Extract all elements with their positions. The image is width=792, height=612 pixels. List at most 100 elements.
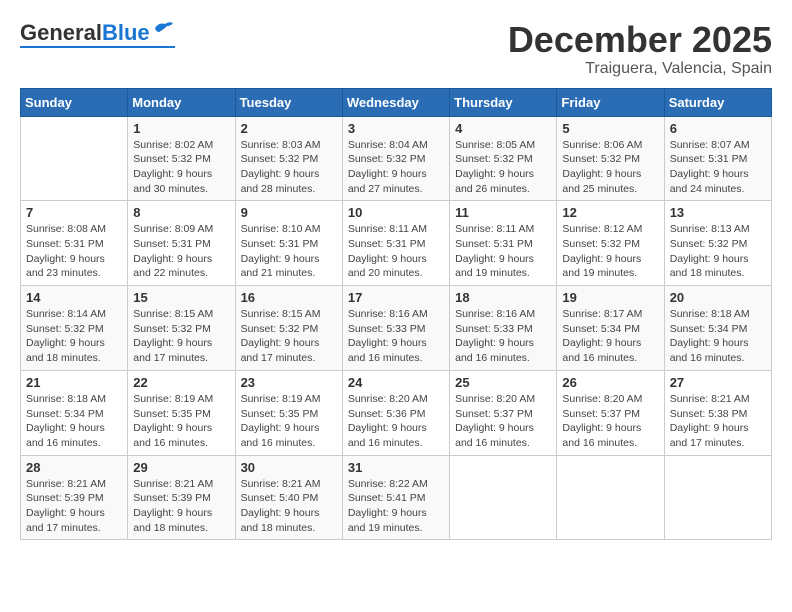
day-of-week-thursday: Thursday — [450, 88, 557, 116]
day-info: Sunrise: 8:02 AMSunset: 5:32 PMDaylight:… — [133, 138, 229, 197]
calendar-cell — [21, 116, 128, 201]
day-number: 22 — [133, 375, 229, 390]
days-of-week-row: SundayMondayTuesdayWednesdayThursdayFrid… — [21, 88, 772, 116]
calendar-cell: 2 Sunrise: 8:03 AMSunset: 5:32 PMDaylight… — [235, 116, 342, 201]
logo-underline — [20, 46, 175, 48]
day-info: Sunrise: 8:19 AMSunset: 5:35 PMDaylight:… — [241, 392, 337, 451]
day-number: 20 — [670, 290, 766, 305]
calendar-week-5: 28 Sunrise: 8:21 AMSunset: 5:39 PMDayligh… — [21, 455, 772, 540]
day-info: Sunrise: 8:06 AMSunset: 5:32 PMDaylight:… — [562, 138, 658, 197]
calendar-cell: 30 Sunrise: 8:21 AMSunset: 5:40 PMDayligh… — [235, 455, 342, 540]
day-info: Sunrise: 8:07 AMSunset: 5:31 PMDaylight:… — [670, 138, 766, 197]
calendar-cell: 1 Sunrise: 8:02 AMSunset: 5:32 PMDaylight… — [128, 116, 235, 201]
day-info: Sunrise: 8:10 AMSunset: 5:31 PMDaylight:… — [241, 222, 337, 281]
calendar-cell: 8Sunrise: 8:09 AMSunset: 5:31 PMDaylight… — [128, 201, 235, 286]
calendar-cell — [450, 455, 557, 540]
day-info: Sunrise: 8:15 AMSunset: 5:32 PMDaylight:… — [133, 307, 229, 366]
day-number: 30 — [241, 460, 337, 475]
day-info: Sunrise: 8:20 AMSunset: 5:37 PMDaylight:… — [455, 392, 551, 451]
day-number: 7 — [26, 205, 122, 220]
calendar-cell: 28 Sunrise: 8:21 AMSunset: 5:39 PMDayligh… — [21, 455, 128, 540]
day-of-week-wednesday: Wednesday — [342, 88, 449, 116]
day-of-week-monday: Monday — [128, 88, 235, 116]
day-number: 21 — [26, 375, 122, 390]
calendar-week-4: 21 Sunrise: 8:18 AMSunset: 5:34 PMDayligh… — [21, 370, 772, 455]
day-info: Sunrise: 8:12 AMSunset: 5:32 PMDaylight:… — [562, 222, 658, 281]
day-info: Sunrise: 8:18 AMSunset: 5:34 PMDaylight:… — [26, 392, 122, 451]
month-year: December 2025 — [508, 20, 772, 60]
day-info: Sunrise: 8:17 AMSunset: 5:34 PMDaylight:… — [562, 307, 658, 366]
logo: GeneralBlue — [20, 20, 175, 48]
calendar-cell: 21 Sunrise: 8:18 AMSunset: 5:34 PMDayligh… — [21, 370, 128, 455]
day-number: 1 — [133, 121, 229, 136]
day-number: 4 — [455, 121, 551, 136]
day-info: Sunrise: 8:04 AMSunset: 5:32 PMDaylight:… — [348, 138, 444, 197]
calendar-cell: 15 Sunrise: 8:15 AMSunset: 5:32 PMDayligh… — [128, 286, 235, 371]
calendar-week-1: 1 Sunrise: 8:02 AMSunset: 5:32 PMDaylight… — [21, 116, 772, 201]
day-info: Sunrise: 8:08 AMSunset: 5:31 PMDaylight:… — [26, 222, 122, 281]
day-info: Sunrise: 8:21 AMSunset: 5:39 PMDaylight:… — [133, 477, 229, 536]
calendar-cell: 26 Sunrise: 8:20 AMSunset: 5:37 PMDayligh… — [557, 370, 664, 455]
day-info: Sunrise: 8:20 AMSunset: 5:36 PMDaylight:… — [348, 392, 444, 451]
calendar-cell: 20 Sunrise: 8:18 AMSunset: 5:34 PMDayligh… — [664, 286, 771, 371]
day-number: 14 — [26, 290, 122, 305]
calendar-cell: 9 Sunrise: 8:10 AMSunset: 5:31 PMDaylight… — [235, 201, 342, 286]
calendar-body: 1 Sunrise: 8:02 AMSunset: 5:32 PMDaylight… — [21, 116, 772, 540]
calendar-header: SundayMondayTuesdayWednesdayThursdayFrid… — [21, 88, 772, 116]
calendar-cell: 29 Sunrise: 8:21 AMSunset: 5:39 PMDayligh… — [128, 455, 235, 540]
page-header: GeneralBlue December 2025 Traiguera, Val… — [20, 20, 772, 78]
day-info: Sunrise: 8:16 AMSunset: 5:33 PMDaylight:… — [455, 307, 551, 366]
calendar-cell: 11Sunrise: 8:11 AMSunset: 5:31 PMDayligh… — [450, 201, 557, 286]
calendar-cell: 24Sunrise: 8:20 AMSunset: 5:36 PMDayligh… — [342, 370, 449, 455]
day-number: 12 — [562, 205, 658, 220]
day-number: 19 — [562, 290, 658, 305]
day-info: Sunrise: 8:21 AMSunset: 5:39 PMDaylight:… — [26, 477, 122, 536]
calendar-cell: 31Sunrise: 8:22 AMSunset: 5:41 PMDayligh… — [342, 455, 449, 540]
day-number: 17 — [348, 290, 444, 305]
day-info: Sunrise: 8:15 AMSunset: 5:32 PMDaylight:… — [241, 307, 337, 366]
day-number: 28 — [26, 460, 122, 475]
day-info: Sunrise: 8:09 AMSunset: 5:31 PMDaylight:… — [133, 222, 229, 281]
day-number: 27 — [670, 375, 766, 390]
day-number: 2 — [241, 121, 337, 136]
day-number: 26 — [562, 375, 658, 390]
day-number: 10 — [348, 205, 444, 220]
calendar-cell: 14Sunrise: 8:14 AMSunset: 5:32 PMDayligh… — [21, 286, 128, 371]
day-info: Sunrise: 8:03 AMSunset: 5:32 PMDaylight:… — [241, 138, 337, 197]
calendar-cell: 7 Sunrise: 8:08 AMSunset: 5:31 PMDaylight… — [21, 201, 128, 286]
day-number: 29 — [133, 460, 229, 475]
day-info: Sunrise: 8:11 AMSunset: 5:31 PMDaylight:… — [455, 222, 551, 281]
logo-blue: Blue — [102, 20, 150, 45]
calendar-cell — [557, 455, 664, 540]
day-number: 9 — [241, 205, 337, 220]
calendar-cell: 3 Sunrise: 8:04 AMSunset: 5:32 PMDaylight… — [342, 116, 449, 201]
day-info: Sunrise: 8:21 AMSunset: 5:38 PMDaylight:… — [670, 392, 766, 451]
day-number: 16 — [241, 290, 337, 305]
day-info: Sunrise: 8:21 AMSunset: 5:40 PMDaylight:… — [241, 477, 337, 536]
logo-text: GeneralBlue — [20, 22, 150, 44]
day-info: Sunrise: 8:05 AMSunset: 5:32 PMDaylight:… — [455, 138, 551, 197]
calendar-cell: 19 Sunrise: 8:17 AMSunset: 5:34 PMDayligh… — [557, 286, 664, 371]
calendar-cell: 23 Sunrise: 8:19 AMSunset: 5:35 PMDayligh… — [235, 370, 342, 455]
day-number: 3 — [348, 121, 444, 136]
calendar-week-3: 14Sunrise: 8:14 AMSunset: 5:32 PMDayligh… — [21, 286, 772, 371]
calendar-table: SundayMondayTuesdayWednesdayThursdayFrid… — [20, 88, 772, 541]
calendar-cell — [664, 455, 771, 540]
day-number: 23 — [241, 375, 337, 390]
day-of-week-tuesday: Tuesday — [235, 88, 342, 116]
day-info: Sunrise: 8:18 AMSunset: 5:34 PMDaylight:… — [670, 307, 766, 366]
location: Traiguera, Valencia, Spain — [508, 60, 772, 78]
day-info: Sunrise: 8:13 AMSunset: 5:32 PMDaylight:… — [670, 222, 766, 281]
day-number: 5 — [562, 121, 658, 136]
day-number: 25 — [455, 375, 551, 390]
calendar-cell: 25 Sunrise: 8:20 AMSunset: 5:37 PMDayligh… — [450, 370, 557, 455]
day-info: Sunrise: 8:20 AMSunset: 5:37 PMDaylight:… — [562, 392, 658, 451]
calendar-cell: 5 Sunrise: 8:06 AMSunset: 5:32 PMDaylight… — [557, 116, 664, 201]
day-info: Sunrise: 8:11 AMSunset: 5:31 PMDaylight:… — [348, 222, 444, 281]
calendar-week-2: 7 Sunrise: 8:08 AMSunset: 5:31 PMDaylight… — [21, 201, 772, 286]
calendar-cell: 10 Sunrise: 8:11 AMSunset: 5:31 PMDayligh… — [342, 201, 449, 286]
logo-general: General — [20, 20, 102, 45]
calendar-cell: 6Sunrise: 8:07 AMSunset: 5:31 PMDaylight… — [664, 116, 771, 201]
day-number: 15 — [133, 290, 229, 305]
day-of-week-saturday: Saturday — [664, 88, 771, 116]
